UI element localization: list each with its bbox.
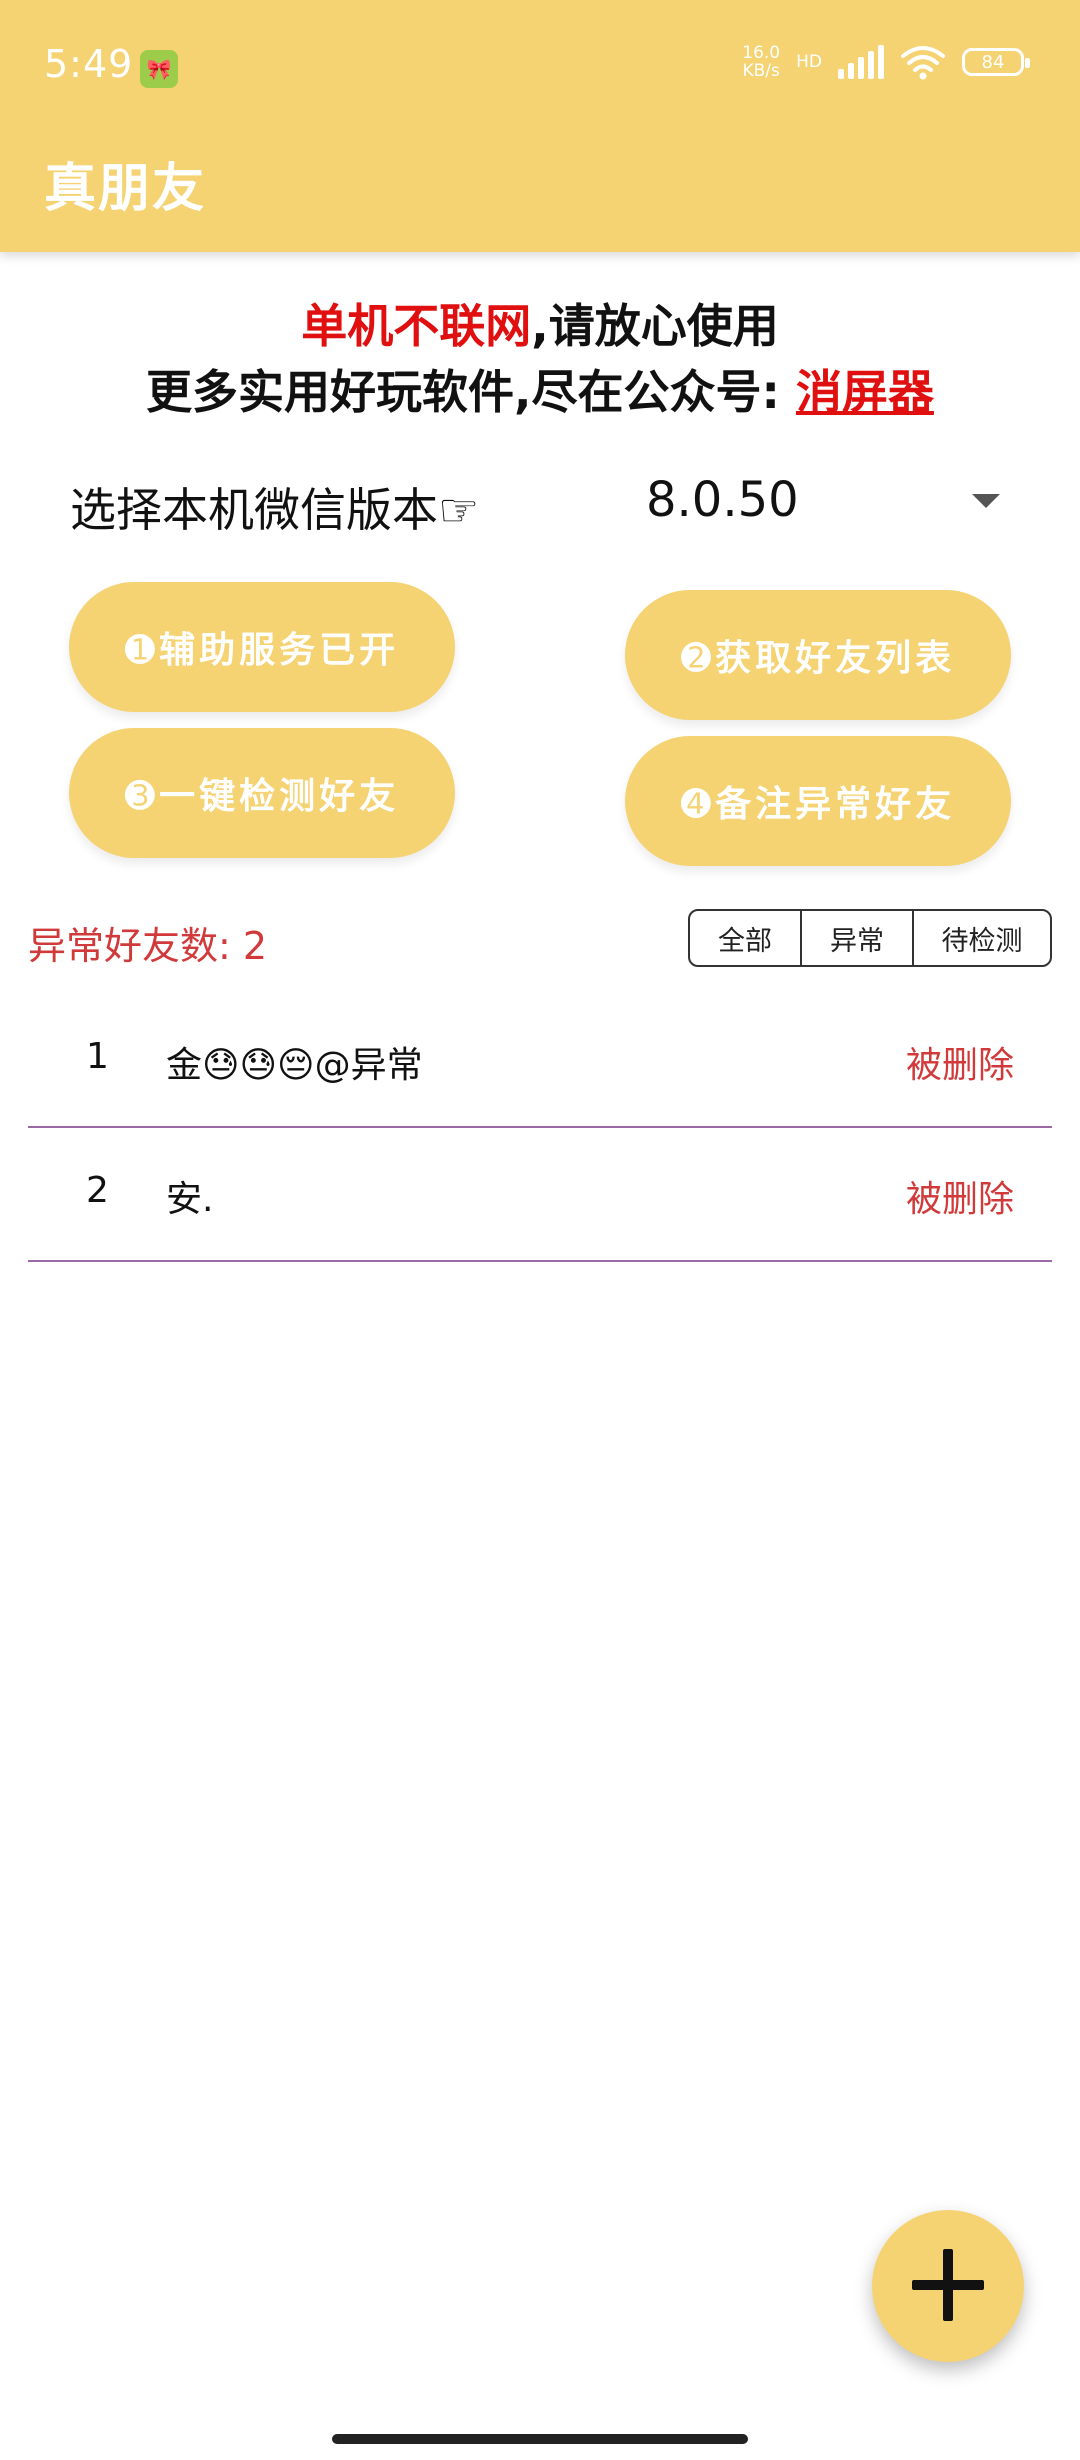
battery-icon: 84 — [962, 48, 1030, 76]
battery-level: 84 — [981, 51, 1005, 73]
notification-app-icon: 🎀 — [140, 50, 178, 88]
filter-pending-button[interactable]: 待检测 — [914, 911, 1050, 965]
offline-notice: 单机不联网,请放心使用 — [0, 290, 1080, 356]
net-speed-value: 16.0 — [742, 43, 781, 63]
dropdown-arrow-icon[interactable] — [972, 494, 1000, 508]
list-item[interactable]: 1 金😓😓😔@异常 被删除 — [28, 992, 1052, 1128]
page-title: 真朋友 — [44, 159, 207, 219]
fetch-friends-button[interactable]: ➋获取好友列表 — [625, 590, 1011, 720]
promo-account-link[interactable]: 消屏器 — [796, 365, 934, 419]
offline-notice-highlight: 单机不联网 — [301, 299, 532, 353]
list-item-name: 金😓😓😔@异常 — [166, 1045, 423, 1086]
list-item[interactable]: 2 安. 被删除 — [28, 1126, 1052, 1262]
list-item-name: 安. — [166, 1179, 214, 1220]
list-item-index: 2 — [86, 1170, 109, 1211]
abnormal-count: 异常好友数: 2 — [28, 924, 268, 968]
detect-friends-button[interactable]: ➌一键检测好友 — [69, 728, 455, 858]
promo-notice-text: 更多实用好玩软件,尽在公众号: — [146, 365, 796, 419]
net-speed-unit: KB/s — [742, 61, 780, 81]
remark-abnormal-button[interactable]: ➍备注异常好友 — [625, 736, 1011, 866]
promo-notice: 更多实用好玩软件,尽在公众号: 消屏器 — [0, 356, 1080, 422]
offline-notice-text: ,请放心使用 — [531, 299, 779, 353]
network-type: HD — [796, 53, 822, 71]
list-item-status: 被删除 — [905, 1045, 1014, 1086]
filter-toggle-group: 全部 异常 待检测 — [688, 909, 1052, 967]
version-select[interactable]: 8.0.50 — [646, 472, 799, 528]
accessibility-service-button[interactable]: ➊辅助服务已开 — [69, 582, 455, 712]
filter-abnormal-button[interactable]: 异常 — [802, 911, 914, 965]
add-button[interactable] — [872, 2210, 1024, 2362]
status-indicators: 16.0 KB/s HD 84 — [742, 44, 1030, 80]
list-item-index: 1 — [86, 1036, 109, 1077]
list-item-status: 被删除 — [905, 1179, 1014, 1220]
signal-icon — [838, 45, 884, 79]
network-type-label: HD — [796, 52, 822, 72]
net-speed: 16.0 KB/s — [742, 44, 780, 80]
filter-all-button[interactable]: 全部 — [690, 911, 802, 965]
home-indicator[interactable] — [332, 2434, 748, 2444]
status-time: 5:49 — [44, 42, 134, 86]
wifi-icon — [900, 44, 946, 80]
app-bar: 5:49 🎀 16.0 KB/s HD 84 真朋友 — [0, 0, 1080, 252]
version-label: 选择本机微信版本☞ — [70, 483, 480, 537]
